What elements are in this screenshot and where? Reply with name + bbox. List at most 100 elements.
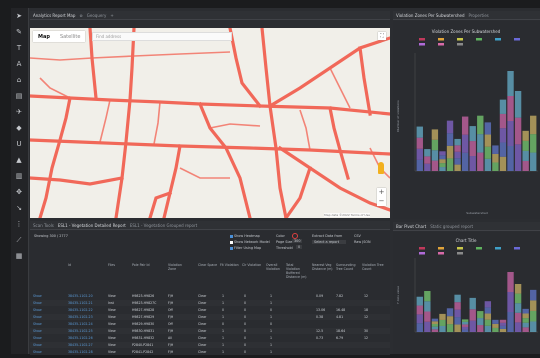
- legend-swatch[interactable]: [419, 43, 425, 46]
- legend-swatch[interactable]: [495, 38, 501, 41]
- brush-icon[interactable]: ⟋: [15, 236, 23, 244]
- zoom-out-button[interactable]: −: [377, 197, 386, 206]
- table-row[interactable]: Show 38435-1102-20 View H9823-H9826 F/H Clear…: [30, 293, 390, 299]
- cell-view[interactable]: Show: [33, 335, 42, 341]
- tab-violation-zones[interactable]: Violation Zones Per Subwatershed: [396, 13, 465, 18]
- measure-icon[interactable]: A: [15, 60, 23, 68]
- cell-view[interactable]: Show: [33, 314, 42, 320]
- col-nearest-veg[interactable]: Nearest Veg Distance (m): [312, 263, 334, 271]
- col-clear-space[interactable]: Clear Space: [198, 263, 217, 267]
- legend-swatch[interactable]: [419, 252, 425, 255]
- cell-id[interactable]: 38435-1102-24: [68, 321, 93, 327]
- terrain-icon[interactable]: ▲: [15, 156, 23, 164]
- legend-swatch[interactable]: [438, 252, 444, 255]
- col-violation-tree[interactable]: Violation Tree Count: [362, 263, 384, 271]
- legend-swatch[interactable]: [476, 38, 482, 41]
- legend-swatch[interactable]: [438, 247, 444, 250]
- table-row[interactable]: Show 38435-1102-28 View P2841-P2842 F/H Clear…: [30, 349, 390, 355]
- show-network-model-toggle[interactable]: Show Network Model: [230, 240, 270, 244]
- tab-bar-pivot-chart[interactable]: Bar Pivot Chart: [396, 224, 426, 229]
- map-view[interactable]: Map Satellite Find address ⛶ + − Map dat…: [30, 28, 390, 218]
- cell-view[interactable]: Show: [33, 349, 42, 355]
- col-total-violation[interactable]: Total Violation Buffered Distance (m): [286, 263, 308, 279]
- cell-view[interactable]: Show: [33, 307, 42, 313]
- map-search-input[interactable]: Find address: [92, 32, 232, 41]
- magnet-icon[interactable]: U: [15, 140, 23, 148]
- cell-id[interactable]: 38435-1102-28: [68, 349, 93, 355]
- cell-id[interactable]: 38435-1102-26: [68, 335, 93, 341]
- tab-close-icon[interactable]: ⊗: [79, 13, 82, 18]
- legend-swatch[interactable]: [457, 252, 463, 255]
- text-tool-icon[interactable]: T: [15, 44, 23, 52]
- map-type-satellite[interactable]: Satellite: [55, 31, 85, 42]
- col-clr-violation[interactable]: Clr Violation: [242, 263, 261, 267]
- map-type-map[interactable]: Map: [33, 31, 55, 42]
- street-view-pegman-icon[interactable]: [378, 162, 384, 174]
- cell-view[interactable]: Show: [33, 321, 42, 327]
- layers-icon[interactable]: ▤: [15, 92, 23, 100]
- ruler-icon[interactable]: ↘: [15, 204, 23, 212]
- col-files[interactable]: Files: [108, 263, 115, 267]
- legend-swatch[interactable]: [438, 38, 444, 41]
- legend-swatch[interactable]: [457, 43, 463, 46]
- table-row[interactable]: Show 38435-1102-24 View H9829-H9830 Off Clear…: [30, 321, 390, 327]
- cell-id[interactable]: 38435-1102-23: [68, 314, 93, 320]
- table-row[interactable]: Show 38435-1102-21 Inst H9823-H9827C F/H Clea…: [30, 300, 390, 306]
- cell-id[interactable]: 38435-1102-21: [68, 300, 93, 306]
- tab-static-grouped-report[interactable]: Static grouped report: [430, 224, 473, 229]
- page-size-input[interactable]: 300: [292, 239, 303, 243]
- tab-geoquery[interactable]: Geoquery: [87, 13, 107, 18]
- legend-swatch[interactable]: [495, 247, 501, 250]
- legend-swatch[interactable]: [419, 38, 425, 41]
- cell-view[interactable]: Show: [33, 342, 42, 348]
- zoom-in-button[interactable]: +: [377, 188, 386, 197]
- crosshair-icon[interactable]: ✥: [15, 188, 23, 196]
- col-pole-pair[interactable]: Pole Pair Id: [132, 263, 150, 267]
- building-icon[interactable]: ▥: [15, 172, 23, 180]
- route-icon[interactable]: ✈: [15, 108, 23, 116]
- legend-swatch[interactable]: [419, 247, 425, 250]
- legend-swatch[interactable]: [457, 38, 463, 41]
- col-violation-zone[interactable]: Violation Zone: [168, 263, 188, 271]
- legend-swatch[interactable]: [457, 247, 463, 250]
- tab-analytics-report-map[interactable]: Analytics Report Map: [33, 13, 75, 18]
- cell-view[interactable]: Show: [33, 300, 42, 306]
- fullscreen-icon[interactable]: ⛶: [378, 32, 386, 40]
- add-tab-button[interactable]: +: [110, 13, 113, 18]
- col-id[interactable]: Id: [68, 263, 71, 267]
- table-row[interactable]: Show 38435-1102-23 View H9827-H9829 F/H Clear…: [30, 314, 390, 320]
- legend-swatch[interactable]: [514, 247, 520, 250]
- tab-grouped-report[interactable]: ESL1 - Vegetation Grouped report: [130, 223, 197, 228]
- show-heatmap-toggle[interactable]: Show Heatmap: [230, 234, 260, 238]
- home-icon[interactable]: ⌂: [15, 76, 23, 84]
- table-row[interactable]: Show 38435-1102-22 View H9827-H9828 Off Clear…: [30, 307, 390, 313]
- table-row[interactable]: Show 38435-1102-27 View P2840-P2841 F/H Clear…: [30, 342, 390, 348]
- csv-export-link[interactable]: CSV: [354, 234, 361, 238]
- threshold-input[interactable]: 0: [296, 245, 303, 249]
- cell-id[interactable]: 38435-1102-25: [68, 328, 93, 334]
- cell-view[interactable]: Show: [33, 328, 42, 334]
- col-overall-violation[interactable]: Overall Violation: [266, 263, 282, 271]
- report-select[interactable]: Select a report: [312, 240, 346, 244]
- pointer-icon[interactable]: ➤: [15, 12, 23, 20]
- tab-properties[interactable]: Properties: [469, 13, 489, 18]
- table-row[interactable]: Show 38435-1102-26 View H9831-H9832 All Clear…: [30, 335, 390, 341]
- legend-swatch[interactable]: [514, 38, 520, 41]
- tab-scan-tools[interactable]: Scan Tools: [33, 223, 54, 228]
- cell-id[interactable]: 38435-1102-27: [68, 342, 93, 348]
- legend-swatch[interactable]: [438, 43, 444, 46]
- col-surrounding-tree[interactable]: Surrounding Tree Count: [336, 263, 358, 271]
- cell-id[interactable]: 38435-1102-22: [68, 307, 93, 313]
- tab-detailed-report[interactable]: ESL1 - Vegetation Detailed Report: [58, 223, 126, 228]
- table-row[interactable]: Show 38435-1102-25 View H9830-H9831 F/H Clear…: [30, 328, 390, 334]
- cell-id[interactable]: 38435-1102-20: [68, 293, 93, 299]
- settings-icon[interactable]: ⋮: [15, 220, 23, 228]
- legend-swatch[interactable]: [476, 247, 482, 250]
- filter-using-map-toggle[interactable]: Filter Using Map: [230, 246, 261, 250]
- col-fit-violation[interactable]: Fit Violation: [220, 263, 239, 267]
- layers2-icon[interactable]: ◆: [15, 124, 23, 132]
- cell-view[interactable]: Show: [33, 293, 42, 299]
- raw-json-link[interactable]: Raw JSON: [354, 240, 371, 244]
- grid-icon[interactable]: ▦: [15, 252, 23, 260]
- pen-icon[interactable]: ✎: [15, 28, 23, 36]
